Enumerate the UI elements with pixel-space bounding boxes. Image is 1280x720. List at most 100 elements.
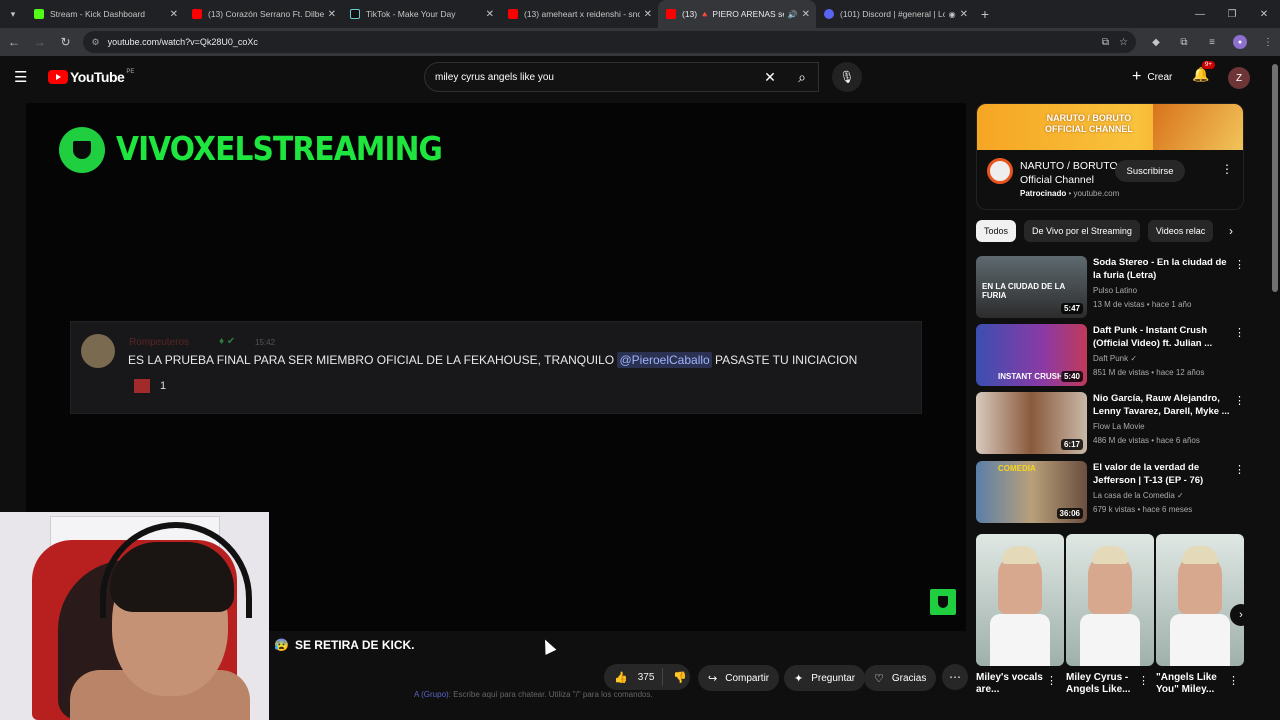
- ad-subscribe-button[interactable]: Suscribirse: [1115, 160, 1185, 182]
- short-thumbnail[interactable]: [976, 534, 1064, 666]
- video-channel[interactable]: Flow La Movie: [1093, 422, 1145, 431]
- video-thumbnail[interactable]: EN LA CIUDAD DE LA FURIA 5:47: [976, 256, 1087, 318]
- media-control-icon[interactable]: ≡: [1200, 30, 1224, 54]
- share-button[interactable]: ↪ Compartir: [698, 665, 780, 691]
- filter-chips: Todos De Vivo por el Streaming Videos re…: [976, 220, 1244, 242]
- video-title[interactable]: Nio García, Rauw Alejandro, Lenny Tavare…: [1093, 392, 1231, 418]
- clear-search-icon[interactable]: ✕: [752, 62, 788, 92]
- dislike-button[interactable]: 👎: [663, 671, 697, 684]
- site-info-icon[interactable]: ⚙: [91, 37, 99, 48]
- close-tab-icon[interactable]: ✕: [486, 9, 494, 20]
- tab-search-icon[interactable]: ▾: [0, 0, 26, 28]
- chip-channel[interactable]: De Vivo por el Streaming: [1024, 220, 1140, 242]
- browser-tab-youtube-1[interactable]: (13) Corazón Serrano Ft. Dilbert ✕: [184, 0, 342, 28]
- video-channel[interactable]: La casa de la Comedia ✓: [1093, 491, 1184, 500]
- short-figure: [998, 546, 1042, 614]
- url-text: youtube.com/watch?v=Qk28U0_coXc: [107, 37, 258, 47]
- maximize-icon[interactable]: ❐: [1216, 0, 1248, 28]
- sponsored-ad-card[interactable]: NARUTO / BORUTO OFFICIAL CHANNEL NARUTO …: [976, 103, 1244, 210]
- puzzle-extensions-icon[interactable]: ⧉: [1172, 30, 1196, 54]
- chip-related[interactable]: Videos relac: [1147, 220, 1214, 242]
- back-icon[interactable]: ←: [2, 30, 26, 54]
- short-title[interactable]: Miley Cyrus - Angels Like...: [1066, 672, 1146, 696]
- close-tab-icon[interactable]: ✕: [170, 9, 178, 20]
- close-window-icon[interactable]: ✕: [1248, 0, 1280, 28]
- minimize-icon[interactable]: —: [1184, 0, 1216, 28]
- new-tab-button[interactable]: +: [974, 0, 996, 28]
- voice-search-mic-icon[interactable]: 🎙: [832, 62, 862, 92]
- browser-menu-icon[interactable]: ⋮: [1256, 30, 1280, 54]
- notifications-bell-icon[interactable]: 🔔 9+: [1192, 61, 1215, 83]
- browser-tab-youtube-2[interactable]: (13) ameheart x reidenshi - sno ✕: [500, 0, 658, 28]
- more-actions-icon[interactable]: ⋯: [942, 664, 968, 690]
- recommended-video[interactable]: COMEDIA 36:06 El valor de la verdad de J…: [976, 461, 1246, 525]
- video-title[interactable]: Soda Stereo - En la ciudad de la furia (…: [1093, 256, 1231, 282]
- recommended-video[interactable]: INSTANT CRUSH 5:40 Daft Punk - Instant C…: [976, 324, 1246, 388]
- close-tab-icon[interactable]: ✕: [802, 9, 810, 20]
- video-channel[interactable]: Pulso Latino: [1093, 286, 1137, 295]
- close-tab-icon[interactable]: ✕: [328, 9, 336, 20]
- video-channel[interactable]: Daft Punk ✓: [1093, 354, 1137, 363]
- chip-todos[interactable]: Todos: [976, 220, 1017, 242]
- recommended-video[interactable]: 6:17 Nio García, Rauw Alejandro, Lenny T…: [976, 392, 1246, 456]
- browser-tab-youtube-active[interactable]: (13) 🔺 PIERO ARENAS ser 🔊 ✕: [658, 0, 816, 28]
- video-title[interactable]: El valor de la verdad de Jefferson | T-1…: [1093, 461, 1231, 487]
- chips-next-chevron-icon[interactable]: ›: [1220, 220, 1242, 242]
- short-title[interactable]: "Angels Like You" Miley...: [1156, 672, 1226, 696]
- browser-tab-kick[interactable]: Stream - Kick Dashboard ✕: [26, 0, 184, 28]
- chat-username: Rompeuteros: [129, 337, 190, 348]
- short-menu-icon[interactable]: ⋮: [1138, 674, 1149, 687]
- url-field[interactable]: ⚙ youtube.com/watch?v=Qk28U0_coXc ⧉ ☆: [83, 31, 1136, 53]
- browser-tab-tiktok[interactable]: TikTok - Make Your Day ✕: [342, 0, 500, 28]
- scrollbar-thumb[interactable]: [1272, 64, 1278, 292]
- video-meta: 486 M de vistas • hace 6 años: [1093, 436, 1200, 445]
- short-thumbnail[interactable]: [1066, 534, 1154, 666]
- video-menu-icon[interactable]: ⋮: [1234, 258, 1245, 271]
- shorts-shelf: Miley's vocals are... ⋮ Miley Cyrus - An…: [976, 534, 1252, 720]
- video-thumbnail[interactable]: 6:17: [976, 392, 1087, 454]
- short-title[interactable]: Miley's vocals are...: [976, 672, 1056, 696]
- close-tab-icon[interactable]: ✕: [960, 9, 968, 20]
- forward-icon[interactable]: →: [28, 30, 52, 54]
- tab-title: (13) 🔺 PIERO ARENAS ser: [682, 8, 784, 19]
- video-menu-icon[interactable]: ⋮: [1234, 463, 1245, 476]
- video-title[interactable]: Daft Punk - Instant Crush (Official Vide…: [1093, 324, 1231, 350]
- page-scrollbar[interactable]: [1270, 56, 1280, 720]
- bookmark-star-icon[interactable]: ☆: [1119, 37, 1128, 48]
- short-figure: [1178, 546, 1222, 614]
- reload-icon[interactable]: ↻: [54, 30, 78, 54]
- mouse-cursor-icon: [539, 637, 557, 655]
- video-thumbnail[interactable]: COMEDIA 36:06: [976, 461, 1087, 523]
- short-thumbnail[interactable]: [1156, 534, 1244, 666]
- close-tab-icon[interactable]: ✕: [644, 9, 652, 20]
- account-avatar[interactable]: Z: [1228, 67, 1250, 89]
- menu-hamburger-icon[interactable]: ☰: [14, 68, 34, 86]
- window-controls: — ❐ ✕: [1184, 0, 1280, 28]
- profile-icon[interactable]: ●: [1228, 30, 1252, 54]
- video-menu-icon[interactable]: ⋮: [1234, 326, 1245, 339]
- ad-sponsored-label: Patrocinado: [1020, 189, 1067, 198]
- share-arrow-icon: ↪: [708, 672, 718, 685]
- video-menu-icon[interactable]: ⋮: [1234, 394, 1245, 407]
- youtube-logo[interactable]: YouTube PE: [48, 69, 134, 85]
- create-button[interactable]: + Crear: [1122, 64, 1182, 90]
- short-menu-icon[interactable]: ⋮: [1046, 674, 1057, 687]
- recommended-video[interactable]: EN LA CIUDAD DE LA FURIA 5:47 Soda Stere…: [976, 256, 1246, 320]
- ad-banner[interactable]: NARUTO / BORUTO OFFICIAL CHANNEL: [977, 104, 1243, 150]
- install-app-icon[interactable]: ⧉: [1102, 37, 1109, 48]
- like-button[interactable]: 👍 375: [604, 668, 664, 686]
- extension-icon[interactable]: ◆: [1144, 30, 1168, 54]
- short-menu-icon[interactable]: ⋮: [1228, 674, 1239, 687]
- video-thumbnail[interactable]: INSTANT CRUSH 5:40: [976, 324, 1087, 386]
- shorts-next-chevron-icon[interactable]: ›: [1230, 604, 1252, 626]
- ad-menu-icon[interactable]: ⋮: [1221, 162, 1233, 176]
- ask-button[interactable]: ✦ Preguntar: [784, 665, 866, 691]
- thanks-button[interactable]: ♡ Gracias: [864, 665, 937, 691]
- discord-favicon-icon: [824, 9, 834, 19]
- like-dislike-group: 👍 375 👎: [604, 664, 690, 690]
- speaker-icon[interactable]: 🔊: [788, 10, 798, 19]
- title-emoji: 😰: [274, 638, 289, 652]
- youtube-play-icon: [48, 70, 68, 84]
- search-icon[interactable]: ⌕: [784, 62, 820, 92]
- browser-tab-discord[interactable]: (101) Discord | #general | Lo ◉ ✕: [816, 0, 974, 28]
